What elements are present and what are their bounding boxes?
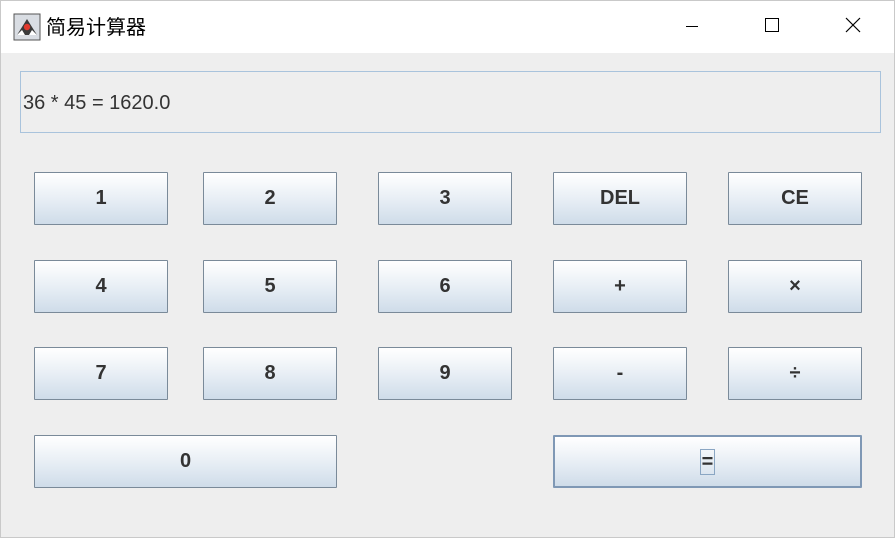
equals-label: = (699, 448, 716, 475)
digit-5-button[interactable]: 5 (203, 260, 337, 313)
display-text: 36 * 45 = 1620.0 (23, 92, 171, 114)
digit-3-button[interactable]: 3 (378, 172, 512, 225)
add-button[interactable]: + (553, 260, 687, 313)
divide-button[interactable]: ÷ (728, 347, 862, 400)
minimize-button[interactable] (652, 1, 732, 53)
digit-9-button[interactable]: 9 (378, 347, 512, 400)
clear-entry-button[interactable]: CE (728, 172, 862, 225)
maximize-icon (764, 17, 780, 37)
minimize-icon (685, 18, 699, 37)
digit-8-button[interactable]: 8 (203, 347, 337, 400)
maximize-button[interactable] (732, 1, 812, 53)
title-bar[interactable]: 简易计算器 (1, 1, 894, 53)
digit-2-button[interactable]: 2 (203, 172, 337, 225)
equals-button[interactable]: = (553, 435, 862, 488)
close-button[interactable] (813, 1, 893, 53)
subtract-button[interactable]: - (553, 347, 687, 400)
digit-0-button[interactable]: 0 (34, 435, 337, 488)
digit-6-button[interactable]: 6 (378, 260, 512, 313)
calculator-window: 简易计算器 36 * 45 = 1620.0 1 2 3 DEL CE 4 5 … (0, 0, 895, 538)
java-duke-icon (13, 13, 41, 41)
digit-4-button[interactable]: 4 (34, 260, 168, 313)
window-title: 简易计算器 (46, 15, 146, 39)
close-icon (845, 17, 861, 37)
digit-1-button[interactable]: 1 (34, 172, 168, 225)
digit-7-button[interactable]: 7 (34, 347, 168, 400)
result-display[interactable]: 36 * 45 = 1620.0 (20, 71, 881, 133)
multiply-button[interactable]: × (728, 260, 862, 313)
delete-button[interactable]: DEL (553, 172, 687, 225)
